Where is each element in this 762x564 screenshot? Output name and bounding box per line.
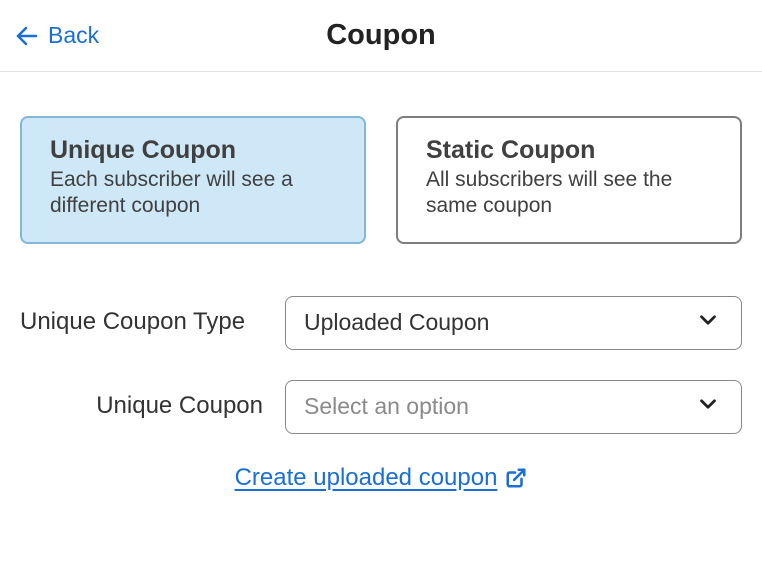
label-unique-coupon: Unique Coupon	[20, 390, 285, 422]
select-unique-coupon-placeholder: Select an option	[304, 393, 469, 420]
content-area: Unique Coupon Each subscriber will see a…	[0, 72, 762, 492]
coupon-type-cards: Unique Coupon Each subscriber will see a…	[20, 116, 742, 244]
label-unique-coupon-type: Unique Coupon Type	[20, 306, 285, 338]
select-unique-coupon-type-value: Uploaded Coupon	[304, 309, 489, 336]
back-button[interactable]: Back	[14, 22, 99, 49]
select-unique-coupon[interactable]: Select an option	[285, 380, 742, 434]
card-unique-desc: Each subscriber will see a different cou…	[50, 167, 336, 220]
external-link-icon	[505, 467, 527, 489]
row-unique-coupon-type: Unique Coupon Type Uploaded Coupon	[20, 296, 742, 350]
chevron-down-icon	[695, 391, 721, 423]
create-link-text: Create uploaded coupon	[235, 464, 498, 492]
card-static-title: Static Coupon	[426, 136, 712, 165]
row-unique-coupon: Unique Coupon Select an option	[20, 380, 742, 434]
arrow-left-icon	[14, 24, 38, 48]
form: Unique Coupon Type Uploaded Coupon Uniqu…	[20, 296, 742, 492]
back-label: Back	[48, 22, 99, 49]
card-static-coupon[interactable]: Static Coupon All subscribers will see t…	[396, 116, 742, 244]
card-unique-title: Unique Coupon	[50, 136, 336, 165]
create-link-row: Create uploaded coupon	[20, 464, 742, 492]
chevron-down-icon	[695, 307, 721, 339]
page-title: Coupon	[326, 19, 436, 52]
create-uploaded-coupon-link[interactable]: Create uploaded coupon	[235, 464, 528, 492]
card-static-desc: All subscribers will see the same coupon	[426, 167, 712, 220]
card-unique-coupon[interactable]: Unique Coupon Each subscriber will see a…	[20, 116, 366, 244]
select-unique-coupon-type[interactable]: Uploaded Coupon	[285, 296, 742, 350]
page-header: Back Coupon	[0, 0, 762, 72]
